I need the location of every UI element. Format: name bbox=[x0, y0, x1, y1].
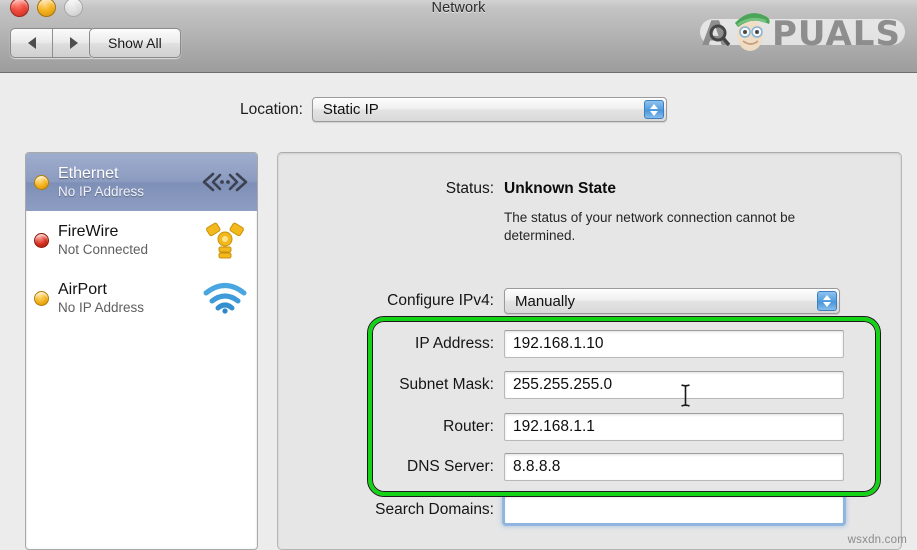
status-row: Status: Unknown State bbox=[398, 180, 616, 198]
router-row: Router: 192.168.1.1 bbox=[380, 413, 844, 441]
chevron-right-icon bbox=[70, 37, 78, 49]
configure-ipv4-stepper-icon[interactable] bbox=[817, 291, 837, 311]
status-dot-ethernet bbox=[34, 175, 49, 190]
network-preferences-window: Network Show All A bbox=[0, 0, 917, 550]
location-value: Static IP bbox=[313, 101, 379, 118]
location-row: Location: Static IP bbox=[240, 97, 667, 122]
location-stepper-icon[interactable] bbox=[644, 100, 664, 119]
sidebar-item-airport-status: No IP Address bbox=[58, 299, 199, 316]
sidebar-item-firewire-status: Not Connected bbox=[58, 241, 199, 258]
router-input[interactable]: 192.168.1.1 bbox=[504, 413, 844, 441]
sidebar-item-firewire[interactable]: FireWire Not Connected bbox=[26, 211, 257, 269]
navigation-segmented-control bbox=[10, 28, 95, 58]
chevron-up-icon bbox=[823, 295, 831, 300]
appuals-logo: A PUALS bbox=[694, 5, 909, 53]
configure-ipv4-value: Manually bbox=[505, 293, 575, 310]
show-all-button[interactable]: Show All bbox=[89, 28, 181, 58]
network-services-sidebar[interactable]: Ethernet No IP Address F bbox=[25, 152, 258, 550]
ethernet-icon bbox=[199, 161, 251, 203]
airport-icon bbox=[199, 277, 251, 319]
status-description: The status of your network connection ca… bbox=[504, 209, 804, 244]
svg-text:PUALS: PUALS bbox=[772, 14, 901, 53]
configure-ipv4-row: Configure IPv4: Manually bbox=[356, 288, 840, 314]
configure-ipv4-label: Configure IPv4: bbox=[356, 292, 494, 310]
subnet-mask-input[interactable]: 255.255.255.0 bbox=[504, 371, 844, 399]
status-dot-airport bbox=[34, 291, 49, 306]
search-domains-input[interactable] bbox=[504, 496, 844, 524]
status-label: Status: bbox=[398, 180, 494, 198]
dns-server-input[interactable]: 8.8.8.8 bbox=[504, 453, 844, 481]
status-value: Unknown State bbox=[504, 180, 616, 198]
subnet-mask-row: Subnet Mask: 255.255.255.0 bbox=[380, 371, 844, 399]
location-label: Location: bbox=[240, 101, 303, 119]
configure-ipv4-popup-button[interactable]: Manually bbox=[504, 288, 840, 314]
window-titlebar: Network Show All A bbox=[0, 0, 917, 73]
forward-button[interactable] bbox=[52, 29, 94, 57]
search-domains-label: Search Domains: bbox=[340, 501, 494, 519]
chevron-down-icon bbox=[650, 111, 658, 116]
search-domains-row: Search Domains: bbox=[340, 496, 844, 524]
ip-address-label: IP Address: bbox=[380, 335, 494, 353]
chevron-left-icon bbox=[28, 37, 36, 49]
back-button[interactable] bbox=[11, 29, 52, 57]
dns-server-row: DNS Server: 8.8.8.8 bbox=[380, 453, 844, 481]
dns-server-label: DNS Server: bbox=[380, 458, 494, 476]
show-all-label: Show All bbox=[108, 35, 162, 51]
sidebar-item-firewire-name: FireWire bbox=[58, 222, 199, 241]
ip-address-row: IP Address: 192.168.1.10 bbox=[380, 330, 844, 358]
chevron-up-icon bbox=[650, 104, 658, 109]
subnet-mask-label: Subnet Mask: bbox=[380, 376, 494, 394]
router-label: Router: bbox=[380, 418, 494, 436]
chevron-down-icon bbox=[823, 302, 831, 307]
sidebar-item-airport[interactable]: AirPort No IP Address bbox=[26, 269, 257, 327]
ip-address-input[interactable]: 192.168.1.10 bbox=[504, 330, 844, 358]
status-dot-firewire bbox=[34, 233, 49, 248]
sidebar-item-ethernet[interactable]: Ethernet No IP Address bbox=[26, 153, 257, 211]
sidebar-item-ethernet-status: No IP Address bbox=[58, 183, 199, 200]
sidebar-item-airport-name: AirPort bbox=[58, 280, 199, 299]
site-watermark: wsxdn.com bbox=[848, 534, 907, 546]
sidebar-item-ethernet-name: Ethernet bbox=[58, 164, 199, 183]
firewire-icon bbox=[199, 219, 251, 261]
location-popup-button[interactable]: Static IP bbox=[312, 97, 667, 122]
